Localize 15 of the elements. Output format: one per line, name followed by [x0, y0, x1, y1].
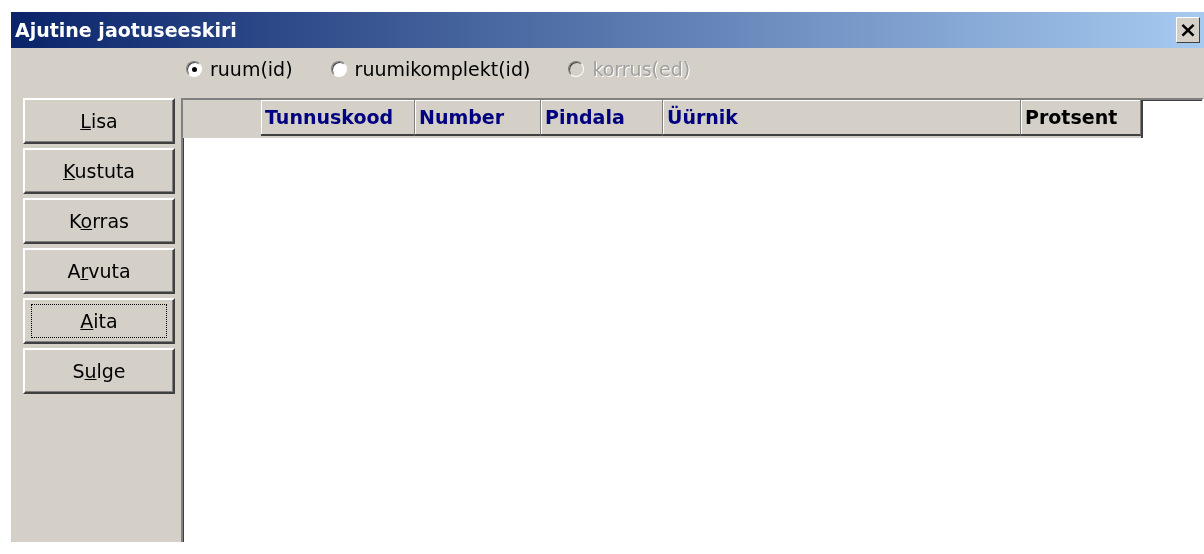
command-button[interactable]: Arvuta	[23, 248, 175, 294]
column-header[interactable]: Protsent	[1021, 100, 1141, 136]
command-button[interactable]: Korras	[23, 198, 175, 244]
radio-option[interactable]: ruumikomplekt(id)	[330, 58, 531, 80]
column-header[interactable]: Üürnik	[663, 100, 1021, 136]
command-button[interactable]: Aita	[23, 298, 175, 344]
command-button[interactable]: Sulge	[23, 348, 175, 394]
window-title: Ajutine jaotuseeskiri	[15, 19, 237, 41]
command-button[interactable]: Lisa	[23, 98, 175, 144]
close-button[interactable]: ×	[1176, 17, 1200, 43]
column-header[interactable]: Pindala	[541, 100, 663, 136]
column-header[interactable]: Tunnuskood	[261, 100, 415, 136]
radio-option[interactable]: ruum(id)	[186, 58, 293, 80]
command-button[interactable]: Kustuta	[23, 148, 175, 194]
column-header[interactable]: Number	[415, 100, 541, 136]
